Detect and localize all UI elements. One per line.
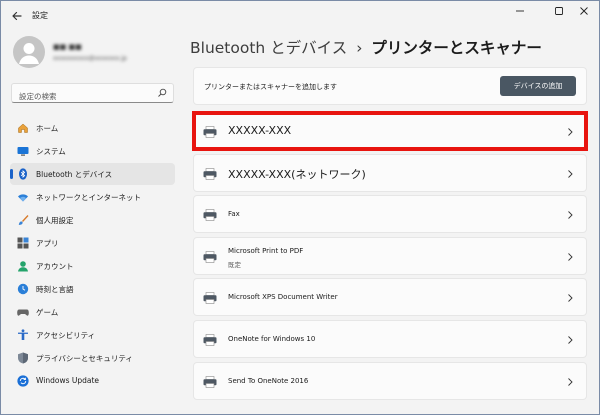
printer-icon xyxy=(203,334,217,346)
printer-icon xyxy=(203,168,217,180)
windows-update-icon xyxy=(17,375,29,387)
sidebar-item-accessibility[interactable]: アクセシビリティ xyxy=(10,324,175,346)
printer-row[interactable]: Microsoft Print to PDF 既定 xyxy=(193,237,587,275)
settings-window: 設定 ■■ ■■ xxxxxxxxxx@xxxxxxx.jp ホーム システム xyxy=(0,0,600,415)
sidebar-item-label: ホーム xyxy=(36,124,59,133)
sidebar-item-label: Bluetooth とデバイス xyxy=(36,170,113,179)
page-title: プリンターとスキャナー xyxy=(371,39,542,57)
printer-default-label: 既定 xyxy=(228,261,241,269)
search-input[interactable] xyxy=(12,87,150,106)
sidebar-item-gaming[interactable]: ゲーム xyxy=(10,301,175,323)
printer-icon xyxy=(203,209,217,221)
shield-icon xyxy=(18,352,28,364)
sidebar-item-label: プライバシーとセキュリティ xyxy=(36,354,133,363)
printer-row[interactable]: OneNote for Windows 10 xyxy=(193,320,587,358)
sidebar-item-label: 時刻と言語 xyxy=(36,285,74,294)
sidebar-item-label: ネットワークとインターネット xyxy=(36,193,141,202)
printer-row[interactable]: Send To OneNote 2016 xyxy=(193,362,587,400)
user-email: xxxxxxxxxx@xxxxxxx.jp xyxy=(53,55,127,62)
sidebar-item-label: Windows Update xyxy=(36,376,100,385)
sidebar-item-personalization[interactable]: 個人用設定 xyxy=(10,209,175,231)
add-printer-row: プリンターまたはスキャナーを追加します デバイスの追加 xyxy=(193,67,587,105)
breadcrumb: Bluetooth とデバイス › プリンターとスキャナー xyxy=(190,36,542,58)
close-icon[interactable] xyxy=(571,5,597,19)
printer-row[interactable]: XXXXX-XXX xyxy=(193,112,587,150)
brush-icon xyxy=(18,215,29,225)
printer-name: Microsoft Print to PDF xyxy=(228,247,304,255)
add-device-button[interactable]: デバイスの追加 xyxy=(500,76,576,96)
printer-row[interactable]: Microsoft XPS Document Writer xyxy=(193,278,587,316)
printer-name: Fax xyxy=(228,210,240,218)
sidebar-item-time-language[interactable]: 時刻と言語 xyxy=(10,278,175,300)
avatar[interactable] xyxy=(13,36,45,68)
chevron-right-icon xyxy=(568,211,573,219)
time-language-icon xyxy=(17,283,29,295)
search-icon[interactable] xyxy=(157,88,167,98)
home-icon xyxy=(18,123,28,133)
search-box xyxy=(11,83,174,106)
sidebar-item-label: 個人用設定 xyxy=(36,216,74,225)
user-icon xyxy=(19,43,39,64)
printer-name: Send To OneNote 2016 xyxy=(228,377,309,385)
printer-row[interactable]: XXXXX-XXX(ネットワーク) xyxy=(193,154,587,192)
sidebar-item-label: アクセシビリティ xyxy=(36,331,96,340)
app-title: 設定 xyxy=(32,11,48,20)
printer-icon xyxy=(203,251,217,263)
breadcrumb-parent[interactable]: Bluetooth とデバイス xyxy=(190,39,347,57)
breadcrumb-separator: › xyxy=(356,39,363,57)
account-icon xyxy=(18,261,28,272)
game-icon xyxy=(17,309,29,316)
sidebar-item-privacy-security[interactable]: プライバシーとセキュリティ xyxy=(10,347,175,369)
sidebar-item-label: アカウント xyxy=(36,262,74,271)
wifi-icon xyxy=(18,194,28,202)
system-icon xyxy=(17,147,29,156)
sidebar-item-label: アプリ xyxy=(36,239,59,248)
sidebar-item-apps[interactable]: アプリ xyxy=(10,232,175,254)
sidebar-item-home[interactable]: ホーム xyxy=(10,117,175,139)
maximize-icon[interactable] xyxy=(546,5,572,19)
sidebar-item-network[interactable]: ネットワークとインターネット xyxy=(10,186,175,208)
sidebar-item-bluetooth[interactable]: Bluetooth とデバイス xyxy=(10,163,175,185)
chevron-right-icon xyxy=(568,378,573,386)
sidebar-item-system[interactable]: システム xyxy=(10,140,175,162)
sidebar-item-accounts[interactable]: アカウント xyxy=(10,255,175,277)
title-bar: 設定 xyxy=(1,1,599,31)
printer-name: OneNote for Windows 10 xyxy=(228,335,316,343)
sidebar-item-label: システム xyxy=(36,147,66,156)
printer-row[interactable]: Fax xyxy=(193,195,587,233)
printer-name: Microsoft XPS Document Writer xyxy=(228,293,338,301)
add-printer-text: プリンターまたはスキャナーを追加します xyxy=(204,83,337,91)
bluetooth-icon xyxy=(19,168,27,180)
minimize-icon[interactable] xyxy=(507,5,533,19)
printer-icon xyxy=(203,126,217,138)
chevron-right-icon xyxy=(568,170,573,178)
accessibility-icon xyxy=(18,329,28,340)
printer-icon xyxy=(203,376,217,388)
printer-name: XXXXX-XXX xyxy=(228,124,292,137)
chevron-right-icon xyxy=(568,128,573,136)
back-arrow-icon[interactable] xyxy=(9,8,25,24)
user-name: ■■ ■■ xyxy=(53,43,82,51)
sidebar-item-windows-update[interactable]: Windows Update xyxy=(10,370,175,392)
sidebar-item-label: ゲーム xyxy=(36,308,59,317)
printer-name: XXXXX-XXX(ネットワーク) xyxy=(228,168,366,181)
chevron-right-icon xyxy=(568,336,573,344)
active-indicator xyxy=(10,169,13,179)
chevron-right-icon xyxy=(568,294,573,302)
chevron-right-icon xyxy=(568,253,573,261)
printer-icon xyxy=(203,292,217,304)
apps-icon xyxy=(17,237,29,249)
